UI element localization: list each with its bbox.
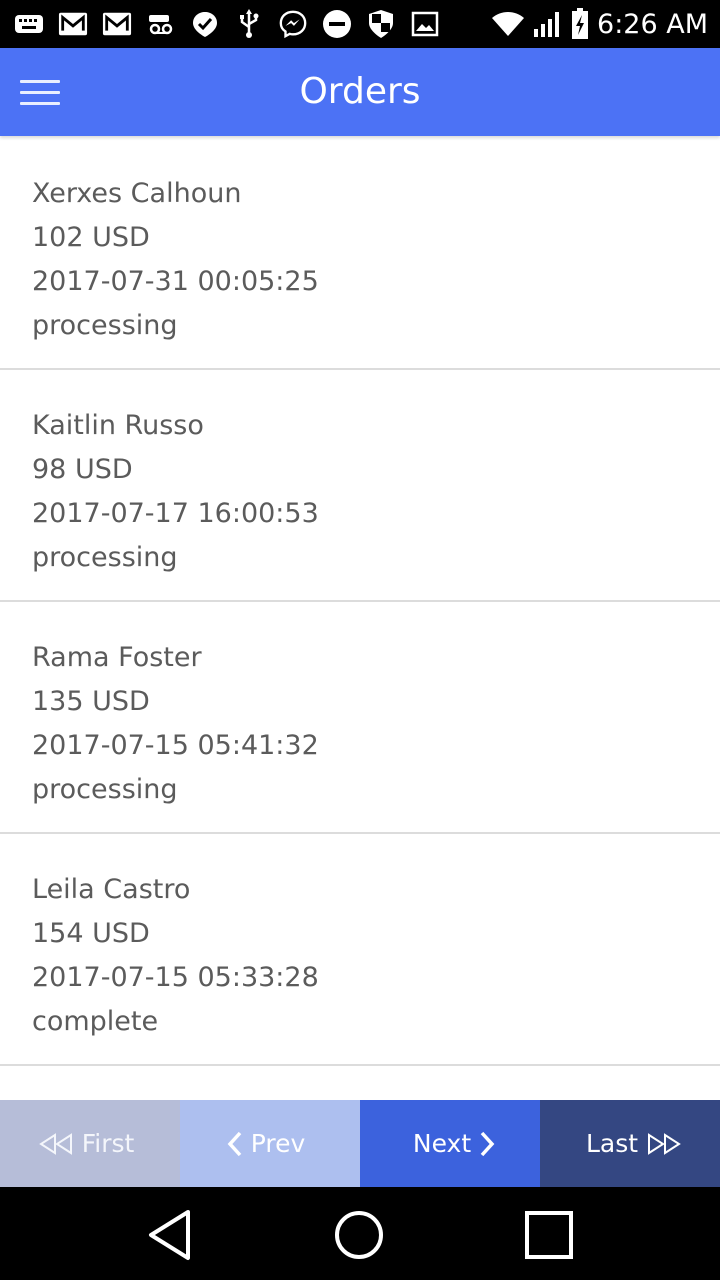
last-label: Last bbox=[585, 1129, 639, 1158]
voicemail-icon bbox=[146, 9, 176, 39]
gmail-icon bbox=[58, 9, 88, 39]
app-bar: Orders bbox=[0, 48, 720, 136]
recents-square-icon[interactable] bbox=[519, 1207, 579, 1263]
order-amount: 102 USD bbox=[32, 222, 150, 253]
order-date: 2017-07-31 00:05:25 bbox=[32, 266, 319, 297]
order-status: processing bbox=[32, 774, 178, 805]
order-amount: 135 USD bbox=[32, 686, 150, 717]
next-page-button[interactable]: Next bbox=[360, 1100, 540, 1187]
chevron-left-icon bbox=[227, 1131, 243, 1157]
keyboard-icon bbox=[14, 9, 44, 39]
battery-charging-icon bbox=[571, 8, 589, 40]
list-item[interactable]: Leila Castro 154 USD 2017-07-15 05:33:28… bbox=[0, 834, 720, 1066]
usb-icon bbox=[234, 9, 264, 39]
clock: 6:26 AM bbox=[597, 8, 708, 40]
order-date: 2017-07-15 05:33:28 bbox=[32, 962, 319, 993]
order-date: 2017-07-15 05:41:32 bbox=[32, 730, 319, 761]
page-title: Orders bbox=[299, 71, 421, 112]
first-label: First bbox=[81, 1129, 135, 1158]
wifi-icon bbox=[491, 10, 525, 38]
security-shield-icon bbox=[366, 9, 396, 39]
order-status: complete bbox=[32, 1006, 159, 1037]
list-item[interactable]: Rama Foster 135 USD 2017-07-15 05:41:32 … bbox=[0, 602, 720, 834]
do-not-disturb-icon bbox=[322, 9, 352, 39]
system-status: 6:26 AM bbox=[483, 6, 708, 42]
order-status: processing bbox=[32, 542, 178, 573]
list-item[interactable]: Kaitlin Russo 98 USD 2017-07-17 16:00:53… bbox=[0, 370, 720, 602]
signal-icon bbox=[533, 10, 563, 38]
customer-name: Rama Foster bbox=[32, 642, 202, 673]
notification-icons bbox=[14, 8, 454, 40]
customer-name: Leila Castro bbox=[32, 874, 191, 905]
chevron-right-icon bbox=[479, 1131, 495, 1157]
back-triangle-icon[interactable] bbox=[140, 1207, 200, 1263]
double-right-arrow-icon bbox=[646, 1132, 682, 1155]
prev-page-button[interactable]: Prev bbox=[180, 1100, 360, 1187]
home-circle-icon[interactable] bbox=[329, 1207, 389, 1263]
double-left-arrow-icon bbox=[38, 1132, 74, 1155]
order-amount: 98 USD bbox=[32, 454, 133, 485]
image-icon bbox=[410, 9, 440, 39]
last-page-button[interactable]: Last bbox=[540, 1100, 720, 1187]
list-item[interactable]: Xerxes Calhoun 102 USD 2017-07-31 00:05:… bbox=[0, 138, 720, 370]
messenger-icon bbox=[278, 9, 308, 39]
status-bar: 6:26 AM bbox=[0, 0, 720, 48]
order-status: processing bbox=[32, 310, 178, 341]
gmail-icon bbox=[102, 9, 132, 39]
customer-name: Xerxes Calhoun bbox=[32, 178, 242, 209]
prev-label: Prev bbox=[250, 1129, 306, 1158]
order-date: 2017-07-17 16:00:53 bbox=[32, 498, 319, 529]
check-shield-icon bbox=[190, 9, 220, 39]
next-label: Next bbox=[412, 1129, 472, 1158]
pagination: First Prev Next Last bbox=[0, 1100, 720, 1187]
first-page-button[interactable]: First bbox=[0, 1100, 180, 1187]
navigation-bar bbox=[0, 1187, 720, 1280]
order-amount: 154 USD bbox=[32, 918, 150, 949]
order-list[interactable]: Xerxes Calhoun 102 USD 2017-07-31 00:05:… bbox=[0, 138, 720, 1100]
customer-name: Kaitlin Russo bbox=[32, 410, 204, 441]
